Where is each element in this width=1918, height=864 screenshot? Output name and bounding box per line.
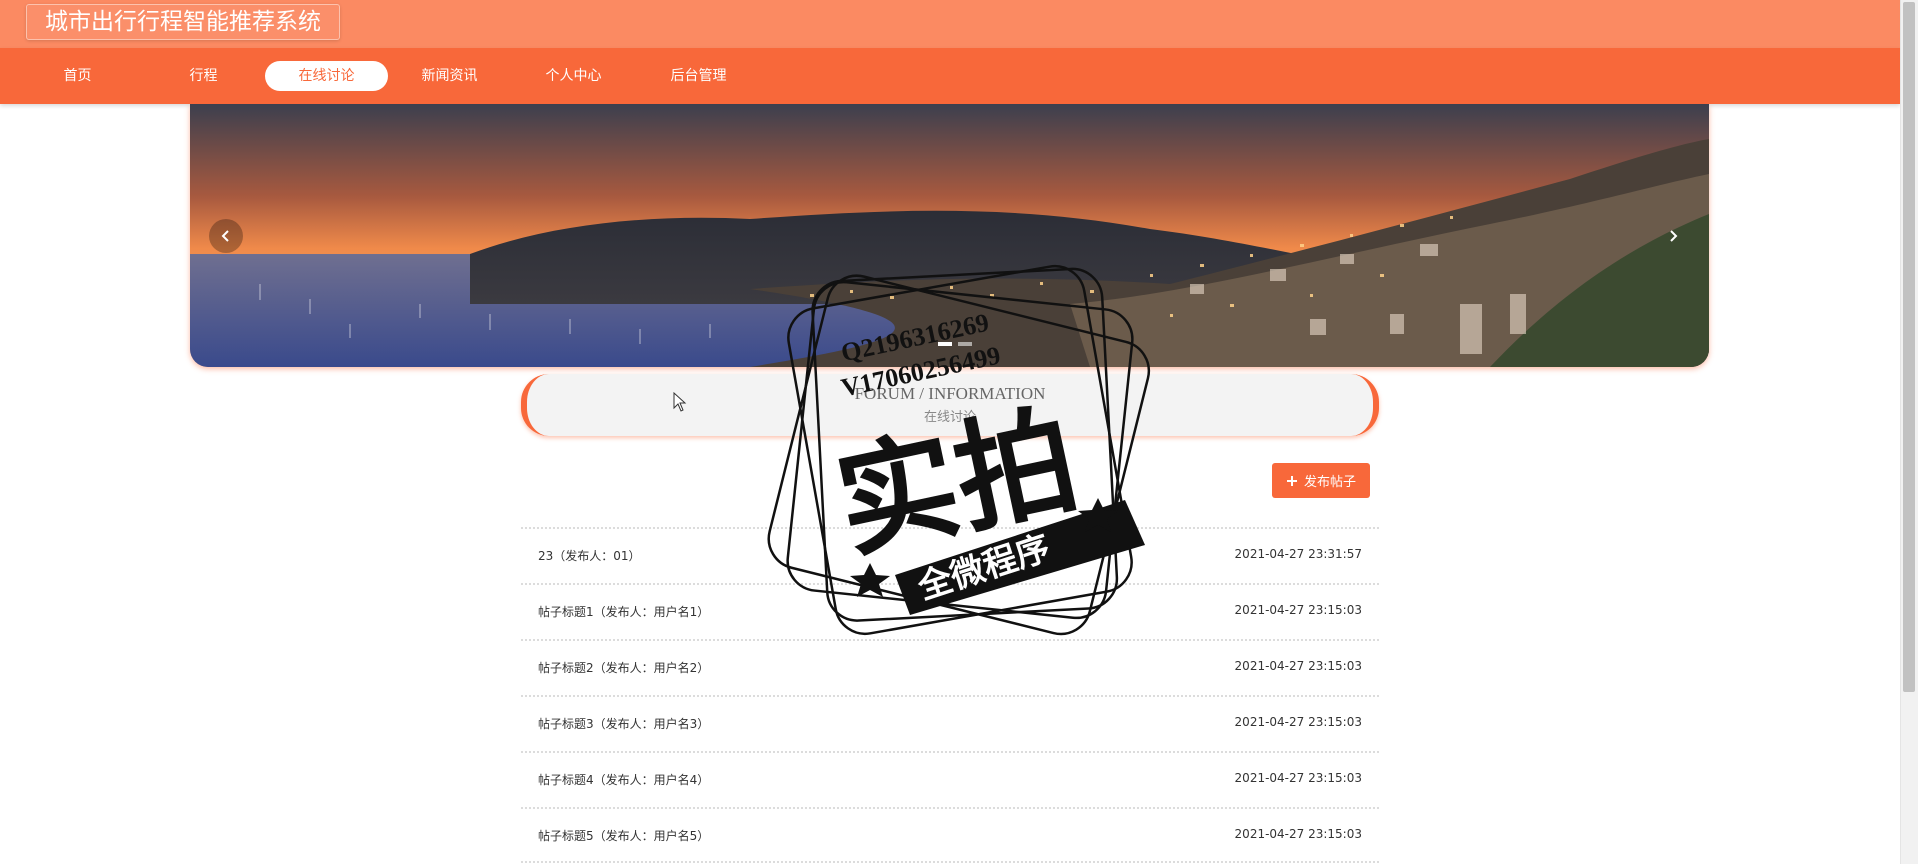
section-title-cn: 在线讨论 [923,410,976,425]
nav-item-forum[interactable]: 在线讨论 [265,61,388,91]
section-title-en: FORUM / INFORMATION [854,384,1046,403]
publish-post-label: 发布帖子 [1303,475,1356,490]
post-list: 23（发布人：01） 2021-04-27 23:31:57 帖子标题1（发布人… [521,527,1379,863]
banner-prev-button[interactable] [209,219,243,253]
post-time: 2021-04-27 23:31:57 [1234,547,1362,561]
nav-item-home[interactable]: 首页 [16,61,139,91]
section-header: FORUM / INFORMATION 在线讨论 [521,374,1379,436]
post-row[interactable]: 帖子标题1（发布人：用户名1） 2021-04-27 23:15:03 [521,583,1379,639]
banner-dots [938,342,972,346]
banner-carousel[interactable] [190,104,1709,367]
nav-item-admin[interactable]: 后台管理 [637,61,760,91]
mouse-cursor-icon [673,392,687,412]
post-row[interactable]: 帖子标题3（发布人：用户名3） 2021-04-27 23:15:03 [521,695,1379,751]
scrollbar-thumb[interactable] [1903,2,1915,692]
publish-post-button[interactable]: 发布帖子 [1272,463,1370,498]
post-time: 2021-04-27 23:15:03 [1234,827,1362,841]
banner-next-button[interactable] [1656,219,1690,253]
post-row[interactable]: 帖子标题5（发布人：用户名5） 2021-04-27 23:15:03 [521,807,1379,863]
site-title: 城市出行行程智能推荐系统 [26,4,340,40]
post-time: 2021-04-27 23:15:03 [1234,715,1362,729]
banner-dot[interactable] [938,342,952,346]
chevron-right-icon [1670,230,1678,242]
nav-item-trips[interactable]: 行程 [142,61,265,91]
nav-item-profile[interactable]: 个人中心 [512,61,635,91]
post-time: 2021-04-27 23:15:03 [1234,603,1362,617]
post-time: 2021-04-27 23:15:03 [1234,659,1362,673]
page-scrollbar[interactable] [1900,0,1918,864]
post-title[interactable]: 帖子标题5（发布人：用户名5） [538,827,709,844]
post-title[interactable]: 帖子标题2（发布人：用户名2） [538,659,709,676]
banner-dot[interactable] [958,342,972,346]
post-row[interactable]: 帖子标题4（发布人：用户名4） 2021-04-27 23:15:03 [521,751,1379,807]
post-title[interactable]: 帖子标题3（发布人：用户名3） [538,715,709,732]
plus-icon [1286,475,1297,486]
chevron-left-icon [221,230,229,242]
banner-image [190,104,1709,367]
main-nav: 首页 行程 在线讨论 新闻资讯 个人中心 后台管理 [0,48,1900,104]
post-title[interactable]: 23（发布人：01） [538,547,641,564]
nav-item-news[interactable]: 新闻资讯 [388,61,511,91]
post-title[interactable]: 帖子标题1（发布人：用户名1） [538,603,709,620]
post-time: 2021-04-27 23:15:03 [1234,771,1362,785]
post-row[interactable]: 23（发布人：01） 2021-04-27 23:31:57 [521,527,1379,583]
post-title[interactable]: 帖子标题4（发布人：用户名4） [538,771,709,788]
top-header: 城市出行行程智能推荐系统 [0,0,1900,48]
post-row[interactable]: 帖子标题2（发布人：用户名2） 2021-04-27 23:15:03 [521,639,1379,695]
